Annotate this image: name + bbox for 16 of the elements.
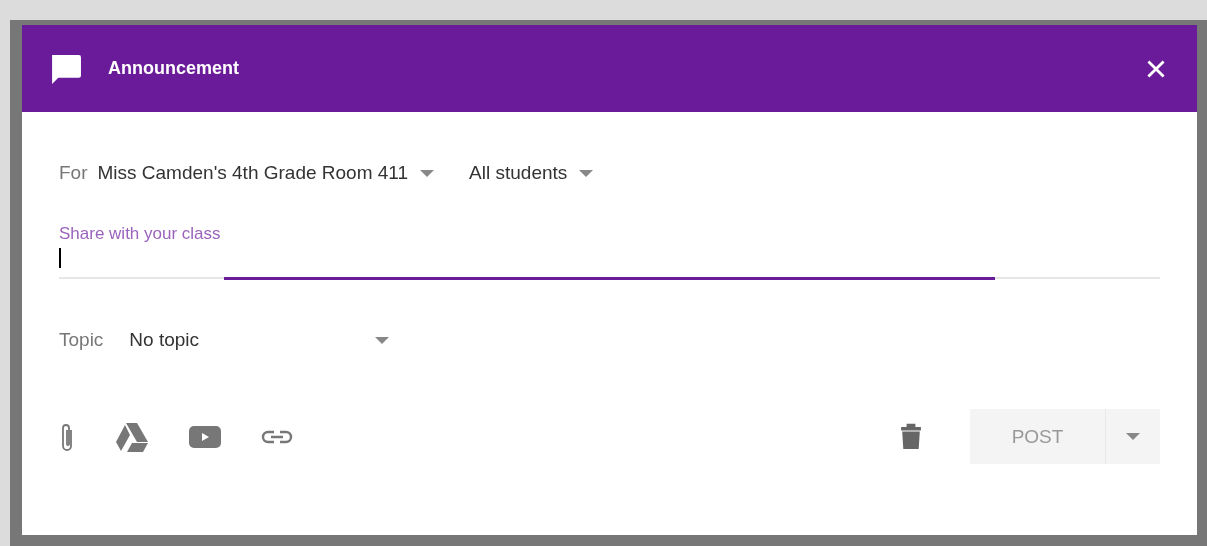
caret-icon — [420, 169, 435, 177]
delete-icon[interactable] — [900, 422, 922, 451]
play-icon[interactable] — [189, 425, 221, 448]
audience-dropdown[interactable]: All students — [469, 162, 594, 184]
caret-icon — [1126, 433, 1140, 440]
topic-dropdown[interactable]: No topic — [129, 329, 390, 351]
topic-label: Topic — [59, 329, 104, 351]
triangle-icon[interactable] — [115, 421, 149, 452]
link-icon[interactable] — [261, 428, 293, 445]
class-dropdown[interactable]: Miss Camden's 4th Grade Room 411 — [97, 162, 435, 184]
caret-icon — [375, 336, 390, 344]
dialog-title: Announcement — [108, 58, 240, 79]
message-field[interactable]: Share with your class — [59, 224, 1160, 279]
chat-bubble-icon — [49, 52, 82, 85]
caret-icon — [579, 169, 594, 177]
for-label: For — [59, 162, 88, 184]
